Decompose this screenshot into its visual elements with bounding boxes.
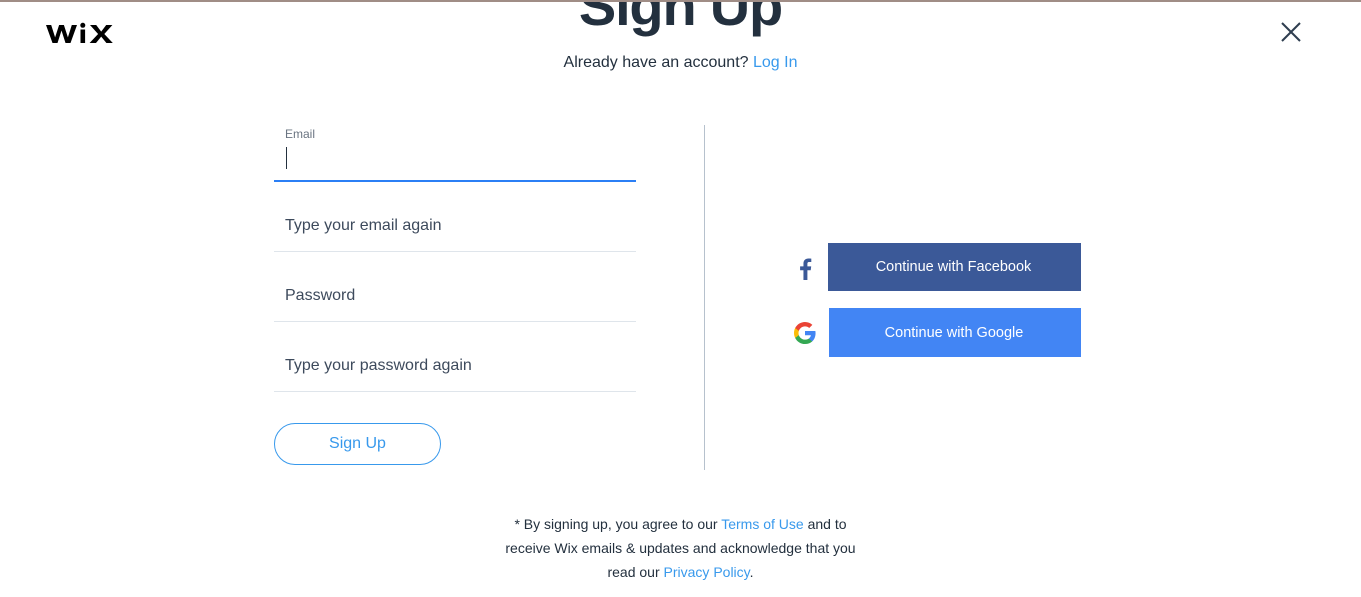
continue-with-facebook-button[interactable]: Continue with Facebook — [780, 243, 1081, 291]
social-login-group: Continue with Facebook Continue with Goo… — [780, 243, 1081, 357]
email-confirm-field[interactable]: Type your email again — [274, 196, 636, 252]
column-divider — [704, 125, 705, 470]
password-confirm-placeholder: Type your password again — [285, 357, 472, 375]
modal-header: Sign Up Already have an account? Log In — [0, 0, 1361, 75]
login-prompt-text: Already have an account? — [563, 54, 749, 72]
terms-of-use-link[interactable]: Terms of Use — [721, 516, 803, 532]
email-confirm-placeholder: Type your email again — [285, 217, 442, 235]
login-prompt: Already have an account? Log In — [0, 52, 1361, 74]
facebook-icon — [780, 243, 828, 291]
password-field[interactable]: Password — [274, 266, 636, 322]
legal-footer: * By signing up, you agree to our Terms … — [0, 512, 1361, 584]
google-icon — [780, 308, 829, 357]
facebook-button-label: Continue with Facebook — [875, 259, 1032, 275]
google-button-label: Continue with Google — [884, 324, 1024, 341]
continue-with-google-button[interactable]: Continue with Google — [780, 308, 1081, 357]
top-accent-border — [0, 0, 1361, 2]
password-confirm-field[interactable]: Type your password again — [274, 336, 636, 392]
signup-submit-button[interactable]: Sign Up — [274, 423, 441, 465]
privacy-policy-link[interactable]: Privacy Policy — [664, 564, 750, 580]
text-cursor — [286, 147, 287, 169]
legal-text-part3: . — [749, 564, 754, 580]
email-field-label: Email — [285, 127, 316, 141]
email-field[interactable]: Email — [274, 126, 636, 182]
log-in-link[interactable]: Log In — [753, 54, 797, 71]
signup-form: Email Type your email again Password Typ… — [274, 126, 636, 465]
legal-text-part1: * By signing up, you agree to our — [514, 516, 722, 532]
password-placeholder: Password — [285, 287, 356, 305]
page-title: Sign Up — [578, 0, 783, 37]
